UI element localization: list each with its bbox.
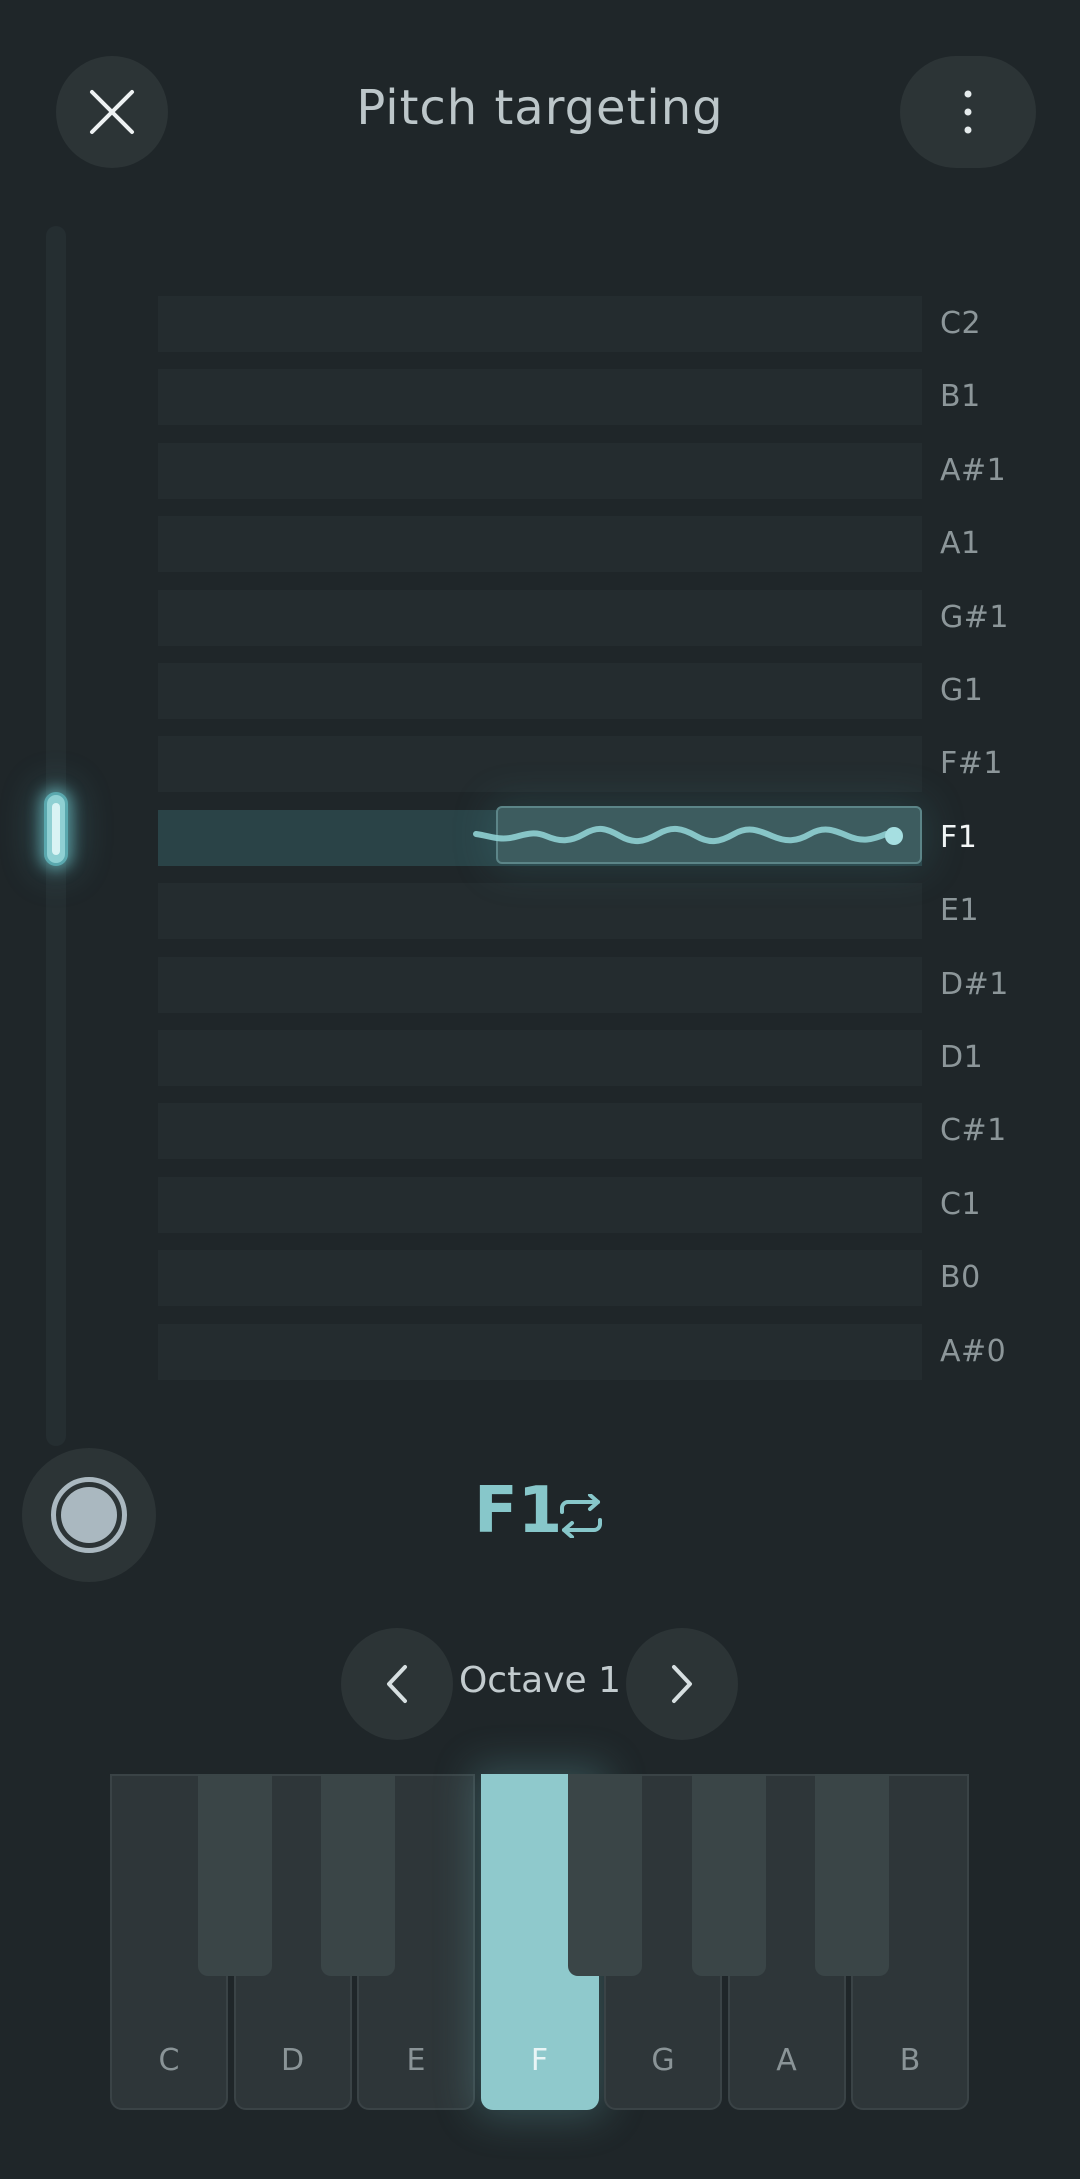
note-label: B1	[940, 379, 981, 415]
pitch-slider-thumb[interactable]	[44, 792, 68, 866]
piano-black-key[interactable]	[691, 1774, 766, 1976]
note-row	[158, 296, 922, 352]
note-row	[158, 516, 922, 573]
piano-black-key[interactable]	[197, 1774, 272, 1976]
note-row	[158, 736, 922, 793]
note-row	[158, 663, 922, 719]
octave-label: Octave 1	[458, 1660, 622, 1701]
record-icon	[51, 1477, 127, 1553]
piano-key-label: B	[899, 2043, 921, 2078]
note-label: B0	[940, 1260, 981, 1296]
piano-key-label: E	[406, 2043, 426, 2078]
note-label: D1	[940, 1040, 984, 1075]
note-row	[158, 369, 922, 426]
note-row	[158, 1176, 922, 1233]
piano-keyboard: CDEFGAB	[110, 1774, 970, 2112]
note-label: A#0	[940, 1333, 1007, 1369]
piano-black-key[interactable]	[568, 1774, 642, 1976]
current-note: F1	[474, 1474, 563, 1548]
note-row	[158, 1103, 922, 1160]
note-label: C1	[940, 1186, 982, 1222]
record-button[interactable]	[22, 1448, 156, 1582]
note-row	[158, 883, 922, 940]
more-vertical-icon	[964, 90, 972, 134]
note-row	[158, 1250, 922, 1307]
pitch-trace	[473, 826, 903, 845]
note-label: A#1	[940, 452, 1007, 488]
octave-next-button[interactable]	[626, 1628, 738, 1740]
chevron-left-icon	[387, 1665, 407, 1703]
piano-black-key[interactable]	[321, 1774, 395, 1976]
piano-key-label: A	[776, 2043, 797, 2078]
piano-black-key[interactable]	[815, 1774, 889, 1976]
piano-key-label: C	[158, 2043, 180, 2078]
note-label: F#1	[940, 746, 1003, 782]
piano-key-label: G	[651, 2043, 675, 2078]
note-row	[158, 589, 922, 646]
note-row	[158, 1030, 922, 1086]
piano-key-label: F	[530, 2043, 549, 2078]
note-label: E1	[940, 893, 980, 929]
octave-prev-button[interactable]	[341, 1628, 453, 1740]
note-row	[158, 1323, 922, 1380]
note-label: C2	[940, 306, 982, 341]
note-label: D#1	[940, 966, 1009, 1002]
note-label: G1	[940, 673, 984, 708]
piano-key-label: D	[280, 2043, 305, 2078]
more-options-button[interactable]	[900, 56, 1036, 168]
repeat-icon[interactable]	[558, 1494, 604, 1538]
chevron-right-icon	[672, 1665, 692, 1703]
note-row	[158, 442, 922, 499]
note-label: A1	[940, 526, 981, 562]
note-label: F1	[940, 819, 978, 855]
note-label: C#1	[940, 1113, 1007, 1149]
note-label: G#1	[940, 599, 1009, 635]
note-row	[158, 956, 922, 1013]
